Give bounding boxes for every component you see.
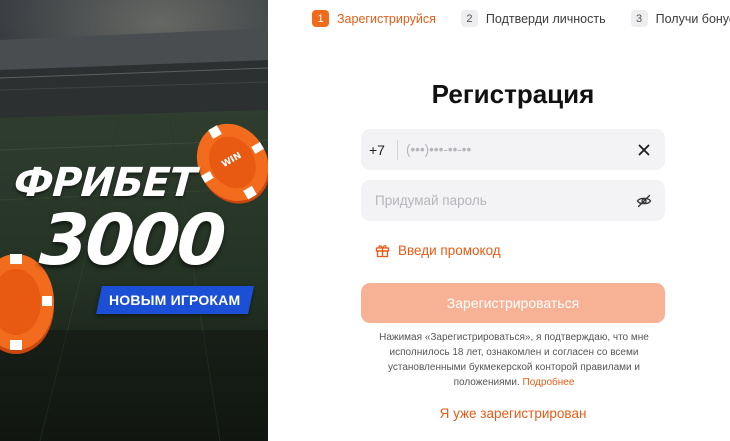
phone-input[interactable] bbox=[406, 142, 629, 157]
step-number: 1 bbox=[312, 10, 329, 27]
already-registered-link[interactable]: Я уже зарегистрирован bbox=[361, 406, 665, 421]
password-input[interactable] bbox=[375, 193, 629, 208]
promo-banner: WIN ФРИБЕТ 3000 НОВЫМ ИГРОКАМ bbox=[0, 0, 268, 441]
step-label: Получи бонус bbox=[655, 11, 730, 26]
terms-more-link[interactable]: Подробнее bbox=[523, 377, 575, 388]
promo-code-label: Введи промокод bbox=[398, 243, 501, 258]
promo-badge: НОВЫМ ИГРОКАМ bbox=[96, 286, 254, 314]
step-verify: 2 Подтверди личность bbox=[460, 10, 606, 27]
registration-stepper: 1 Зарегистрируйся 2 Подтверди личность 3… bbox=[312, 10, 730, 27]
promo-badge-label: НОВЫМ ИГРОКАМ bbox=[109, 292, 241, 308]
step-label: Зарегистрируйся bbox=[337, 11, 436, 26]
close-icon[interactable] bbox=[629, 129, 659, 170]
eye-hidden-icon[interactable] bbox=[629, 180, 659, 221]
promo-code-link[interactable]: Введи промокод bbox=[375, 243, 501, 258]
page-title: Регистрация bbox=[431, 79, 595, 109]
phone-prefix: +7 bbox=[369, 141, 385, 158]
gift-icon bbox=[375, 243, 390, 258]
register-button[interactable]: Зарегистрироваться bbox=[361, 283, 665, 323]
step-register: 1 Зарегистрируйся bbox=[312, 10, 436, 27]
divider bbox=[397, 139, 398, 160]
password-field bbox=[361, 180, 665, 221]
step-number: 3 bbox=[630, 10, 648, 27]
step-bonus: 3 Получи бонус bbox=[630, 10, 730, 27]
casino-chip-icon: WIN bbox=[196, 123, 268, 204]
phone-field: +7 bbox=[361, 129, 665, 170]
step-number: 2 bbox=[460, 10, 478, 27]
terms-body: Нажимая «Зарегистрироваться», я подтверж… bbox=[379, 332, 649, 388]
step-label: Подтверди личность bbox=[485, 11, 606, 26]
terms-text: Нажимая «Зарегистрироваться», я подтверж… bbox=[372, 330, 656, 390]
promo-amount: 3000 bbox=[37, 199, 226, 281]
